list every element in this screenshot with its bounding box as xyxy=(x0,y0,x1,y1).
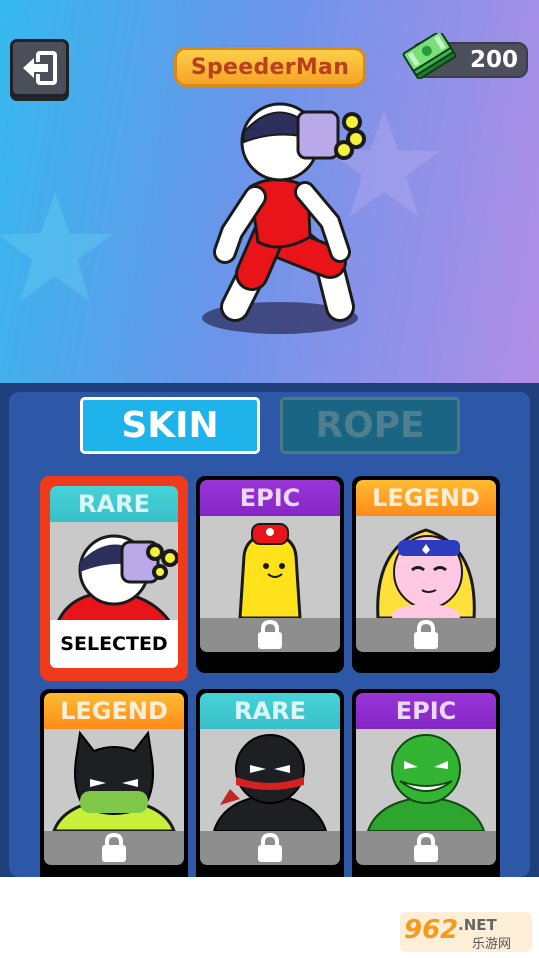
lock-icon xyxy=(258,620,282,649)
watermark-subtitle: 乐游网 xyxy=(472,937,511,952)
goggle-hero-skin-icon xyxy=(55,534,178,624)
character-name: SpeederMan xyxy=(190,54,350,80)
exit-button[interactable] xyxy=(10,39,69,97)
character-model xyxy=(202,102,366,334)
skin-preview xyxy=(356,516,496,618)
rarity-label: EPIC xyxy=(200,480,340,516)
skin-shop-inner: SKIN ROPE RARE SELECTED EPIC LEGEND LEGE… xyxy=(9,392,530,877)
skin-card-epic[interactable]: EPIC xyxy=(196,476,344,673)
selected-footer: SELECTED xyxy=(50,620,178,668)
tab-rope[interactable]: ROPE xyxy=(280,397,460,454)
bat-hero-skin-icon xyxy=(52,730,176,831)
locked-footer xyxy=(356,618,496,652)
tab-skin[interactable]: SKIN xyxy=(80,397,260,454)
rarity-label: EPIC xyxy=(356,693,496,729)
character-name-banner: SpeederMan xyxy=(174,47,366,87)
exit-door-icon xyxy=(22,51,57,85)
skin-preview xyxy=(44,729,184,831)
locked-footer xyxy=(44,831,184,865)
watermark-logo: 962 .NET 乐游网 xyxy=(400,912,532,952)
character-preview-area: SpeederMan 200 xyxy=(0,0,539,383)
yellow-blob-skin-icon xyxy=(238,523,302,618)
skin-shop-panel: SKIN ROPE RARE SELECTED EPIC LEGEND LEGE… xyxy=(0,383,539,877)
watermark-suffix: .NET xyxy=(458,916,497,934)
ninja-skin-icon xyxy=(212,734,328,831)
locked-footer xyxy=(200,618,340,652)
skin-card-rare[interactable]: RARE xyxy=(196,689,344,877)
star-decoration-icon xyxy=(0,192,113,302)
cash-stack-icon xyxy=(402,33,457,79)
skin-preview xyxy=(356,729,496,831)
rarity-label: RARE xyxy=(200,693,340,729)
green-monster-skin-icon xyxy=(366,734,486,831)
skin-card-epic[interactable]: EPIC xyxy=(352,689,500,877)
skin-card-rare-selected[interactable]: RARE SELECTED xyxy=(40,476,188,681)
selected-label: SELECTED xyxy=(60,633,168,655)
rarity-label: LEGEND xyxy=(356,480,496,516)
lock-icon xyxy=(102,833,126,862)
lock-icon xyxy=(258,833,282,862)
watermark-brand: 962 xyxy=(404,915,458,945)
blonde-girl-skin-icon xyxy=(376,528,476,618)
currency-amount: 200 xyxy=(469,47,518,73)
skin-card-legend[interactable]: LEGEND xyxy=(352,476,500,673)
rarity-label: LEGEND xyxy=(44,693,184,729)
skin-preview xyxy=(50,522,178,624)
skin-preview xyxy=(200,729,340,831)
rarity-label: RARE xyxy=(50,486,178,522)
skin-card-legend[interactable]: LEGEND xyxy=(40,689,188,877)
locked-footer xyxy=(356,831,496,865)
locked-footer xyxy=(200,831,340,865)
lock-icon xyxy=(414,833,438,862)
lock-icon xyxy=(414,620,438,649)
skin-preview xyxy=(200,516,340,618)
